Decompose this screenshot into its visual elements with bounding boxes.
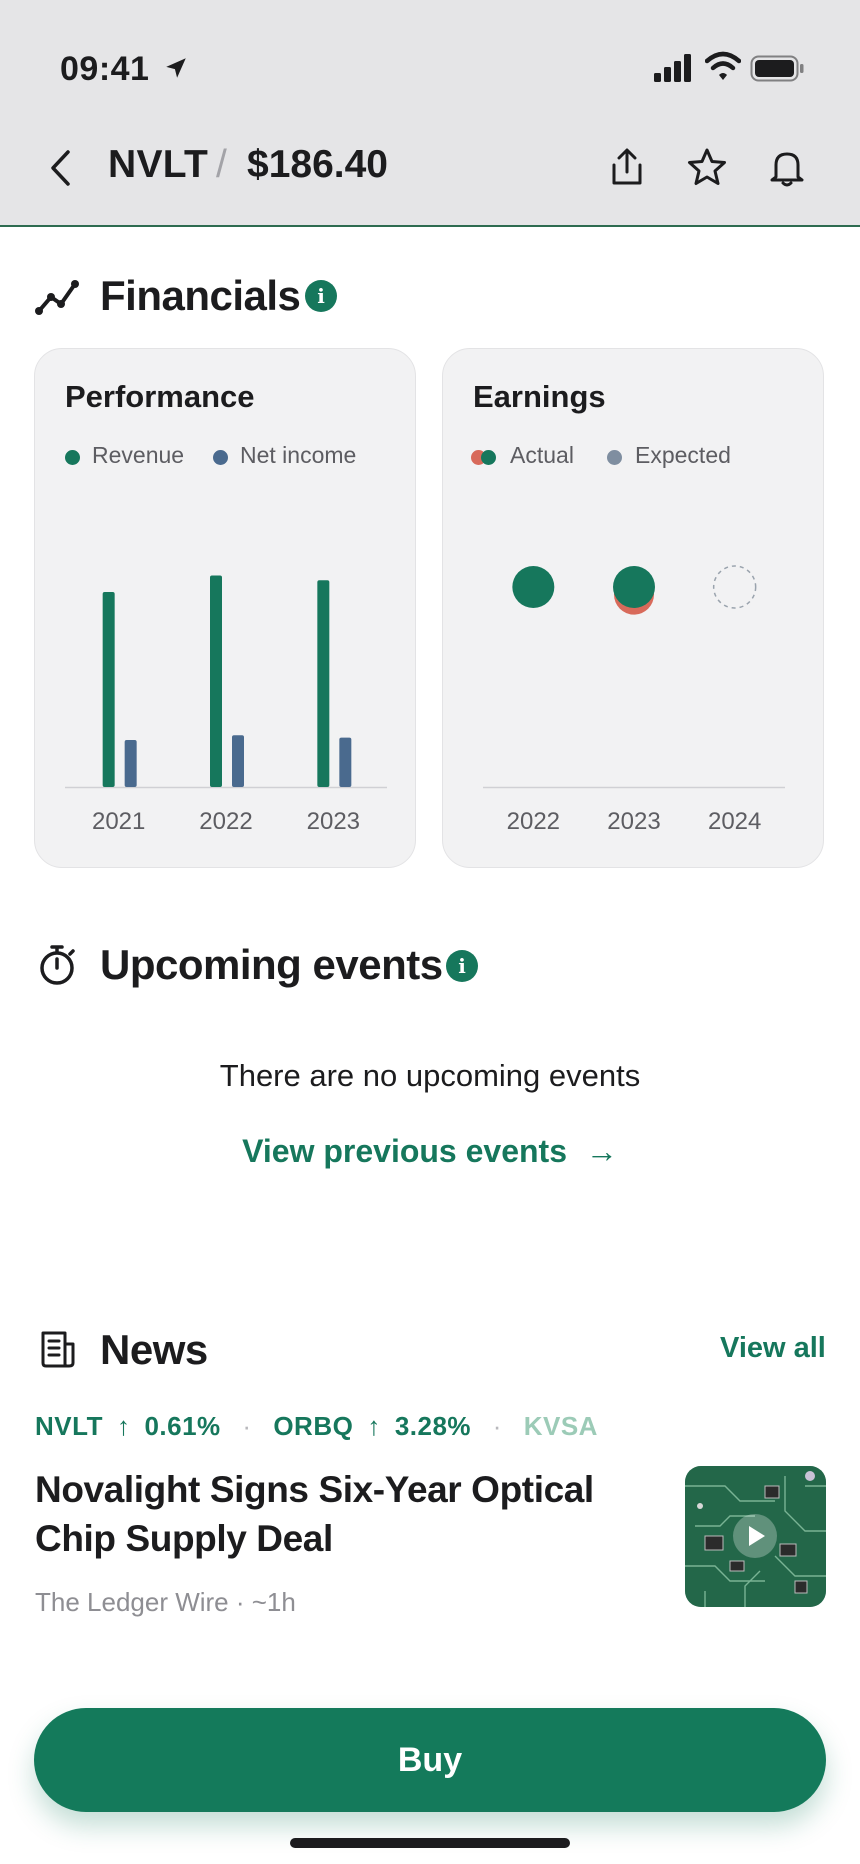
chip-ticker-3[interactable]: KVSA xyxy=(524,1411,598,1441)
financials-info-icon[interactable]: i xyxy=(305,280,337,312)
bar-net-income-2023 xyxy=(339,737,352,787)
chip-ticker-2[interactable]: ORBQ ↑ 3.28% xyxy=(273,1411,471,1441)
wifi-icon xyxy=(705,51,741,80)
bar-net-income-2021 xyxy=(124,740,137,787)
events-title: Upcoming events xyxy=(100,941,443,988)
view-previous-events-link[interactable]: View previous events → xyxy=(0,1133,860,1170)
expected-dot-2024 xyxy=(712,565,757,609)
chart-line-icon xyxy=(35,280,79,315)
back-chevron-icon[interactable] xyxy=(46,148,76,188)
news-headline[interactable]: Novalight Signs Six-Year Optical Chip Su… xyxy=(35,1465,615,1563)
x-tick-label-2021: 2021 xyxy=(92,808,145,835)
status-time: 09:41 xyxy=(60,50,150,88)
bar-revenue-2023 xyxy=(317,580,330,787)
news-view-all-link[interactable]: View all xyxy=(720,1332,826,1365)
buy-button[interactable]: Buy xyxy=(34,1708,826,1812)
share-icon[interactable] xyxy=(607,147,647,187)
location-arrow-icon xyxy=(166,58,186,78)
events-empty-message: There are no upcoming events xyxy=(219,1058,641,1093)
chip-ticker-1[interactable]: NVLT ↑ 0.61% xyxy=(35,1411,221,1441)
x-tick-label-2022: 2022 xyxy=(199,808,252,835)
events-info-icon[interactable]: i xyxy=(446,950,478,982)
battery-icon xyxy=(750,55,804,82)
star-icon[interactable] xyxy=(687,147,727,187)
news-title: News xyxy=(100,1326,208,1373)
bar-revenue-2022 xyxy=(210,575,222,787)
newspaper-icon xyxy=(41,1331,75,1368)
performance-bar-chart: 2021 2022 2023 xyxy=(65,575,387,835)
circuit-board-image xyxy=(685,1466,826,1607)
home-indicator xyxy=(290,1838,570,1848)
cellular-signal-icon xyxy=(654,54,691,82)
stock-price: $186.40 xyxy=(247,143,388,186)
view-previous-events-label: View previous events xyxy=(242,1133,567,1169)
bell-icon[interactable] xyxy=(767,147,807,187)
actual-dot-2023 xyxy=(613,566,655,608)
news-source-meta: The Ledger Wire · ~1h xyxy=(35,1587,296,1617)
stopwatch-icon xyxy=(40,945,75,985)
news-ticker-chips: NVLT ↑ 0.61% · ORBQ ↑ 3.28% · KVSA xyxy=(35,1411,598,1442)
bar-net-income-2022 xyxy=(232,735,244,787)
chip-separator: · xyxy=(242,1411,252,1441)
ticker-separator: / xyxy=(216,143,227,186)
x-tick-label-2022: 2022 xyxy=(507,808,560,835)
actual-dot-2022 xyxy=(512,566,555,608)
bar-revenue-2021 xyxy=(102,591,115,787)
performance-card[interactable]: Performance Revenue Net income 2021 2022 2… xyxy=(34,348,416,868)
chip-separator: · xyxy=(492,1411,502,1441)
ticker-symbol: NVLT xyxy=(108,143,209,186)
top-bar xyxy=(0,0,860,227)
earnings-card[interactable]: Earnings Actual Expected 2022 2023 2024 xyxy=(442,348,824,868)
financials-title: Financials xyxy=(100,272,301,319)
x-tick-label-2023: 2023 xyxy=(307,808,360,835)
x-tick-label-2023: 2023 xyxy=(607,808,660,835)
arrow-right-icon: → xyxy=(585,1133,618,1169)
earnings-dot-chart: 2022 2023 2024 xyxy=(483,565,785,835)
news-video-thumbnail[interactable] xyxy=(685,1466,826,1607)
x-tick-label-2024: 2024 xyxy=(708,808,761,835)
